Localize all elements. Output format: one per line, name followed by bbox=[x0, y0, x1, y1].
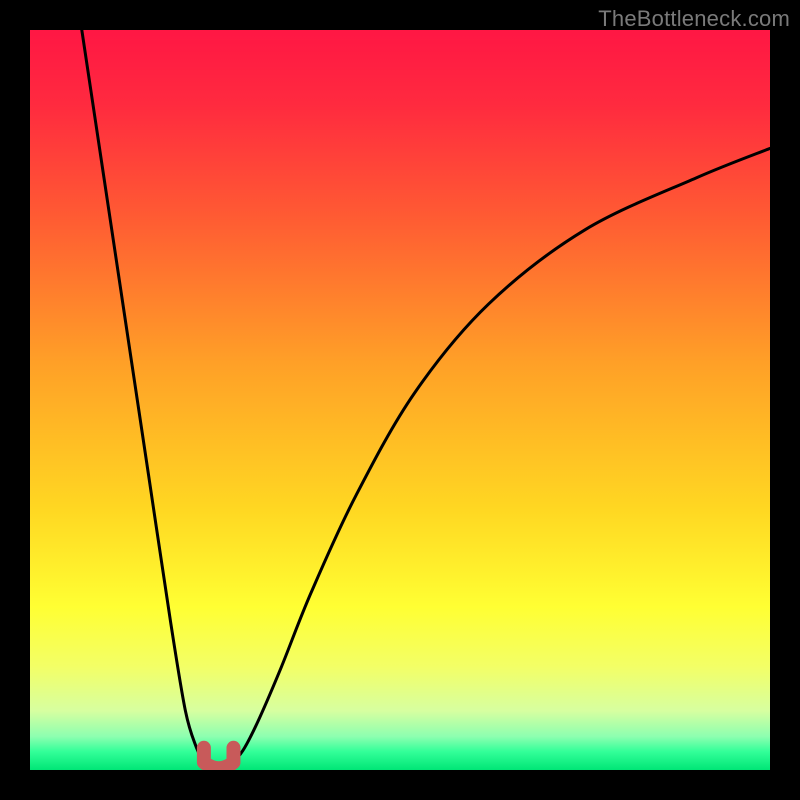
watermark-text: TheBottleneck.com bbox=[598, 6, 790, 32]
heat-gradient-bg bbox=[30, 30, 770, 770]
bottleneck-chart bbox=[30, 30, 770, 770]
plot-frame bbox=[30, 30, 770, 770]
